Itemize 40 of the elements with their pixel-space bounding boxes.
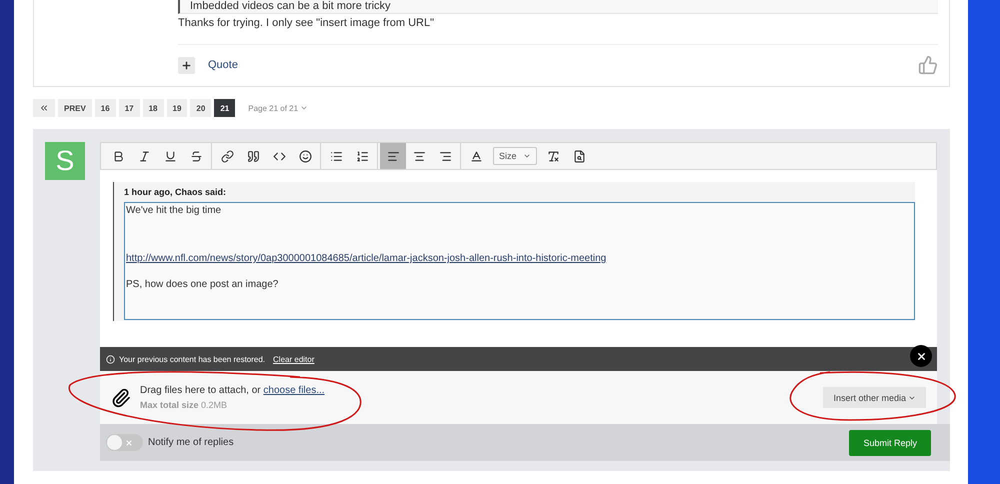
caret-icon xyxy=(522,152,531,160)
post-text: Thanks for trying. I only see "insert image from URL" xyxy=(178,17,436,29)
paperclip-icon xyxy=(111,388,131,408)
max-size-text: Max total size 0.2MB xyxy=(140,400,228,410)
page-jump-menu[interactable]: Page 21 of 21 xyxy=(248,104,308,112)
article-link[interactable]: http://www.nfl.com/news/story/0ap3000001084685/article/lamar-jackson-josh-allen-rush-into-historic-meeting xyxy=(126,253,914,264)
choose-files-link[interactable]: choose files... xyxy=(263,385,325,396)
caret-icon xyxy=(300,104,308,112)
quoted-text: Imbedded videos can be a bit more tricky xyxy=(178,0,938,14)
close-icon xyxy=(916,350,926,362)
cross-icon xyxy=(125,438,133,446)
user-avatar: S xyxy=(45,142,85,180)
first-page-button[interactable] xyxy=(33,99,55,117)
page-button[interactable]: 19 xyxy=(166,99,188,117)
quote-header: 1 hour ago, Chaos said: xyxy=(124,186,228,199)
page-button[interactable]: 17 xyxy=(118,99,140,117)
notify-toggle[interactable] xyxy=(106,434,143,451)
plus-button[interactable] xyxy=(178,56,195,74)
size-dropdown[interactable]: Size xyxy=(493,147,537,165)
double-chevron-icon xyxy=(39,103,49,113)
plus-icon xyxy=(181,60,192,70)
align-left-icon[interactable] xyxy=(380,143,406,169)
page-button[interactable]: 16 xyxy=(94,99,116,117)
notify-label: Notify me of replies xyxy=(148,437,234,448)
quote-text-box[interactable]: We've hit the big time http://www.nfl.com/news/story/0ap3000001084685/article/lamar-jackson-josh-allen-rush-into-historic-meeting PS, how does one post an image? xyxy=(124,202,915,320)
page-button[interactable]: 18 xyxy=(142,99,164,117)
info-icon xyxy=(106,354,115,364)
insert-media-button[interactable]: Insert other media xyxy=(823,387,926,408)
close-button[interactable] xyxy=(910,345,932,367)
quote-line: PS, how does one post an image? xyxy=(126,279,280,290)
submit-reply-button[interactable]: Submit Reply xyxy=(849,430,931,456)
clear-editor-link[interactable]: Clear editor xyxy=(273,354,314,364)
notice-text: Your previous content has been restored. xyxy=(119,354,266,364)
page-button[interactable]: 20 xyxy=(190,99,212,117)
prev-button[interactable]: PREV xyxy=(58,99,92,117)
page-button[interactable]: 21 xyxy=(214,99,236,117)
quote-link[interactable]: Quote xyxy=(208,59,238,71)
attach-text: Drag files here to attach, or choose files... xyxy=(140,385,325,396)
thumbs-up-icon[interactable] xyxy=(918,55,938,75)
quote-line: We've hit the big time xyxy=(126,205,222,216)
